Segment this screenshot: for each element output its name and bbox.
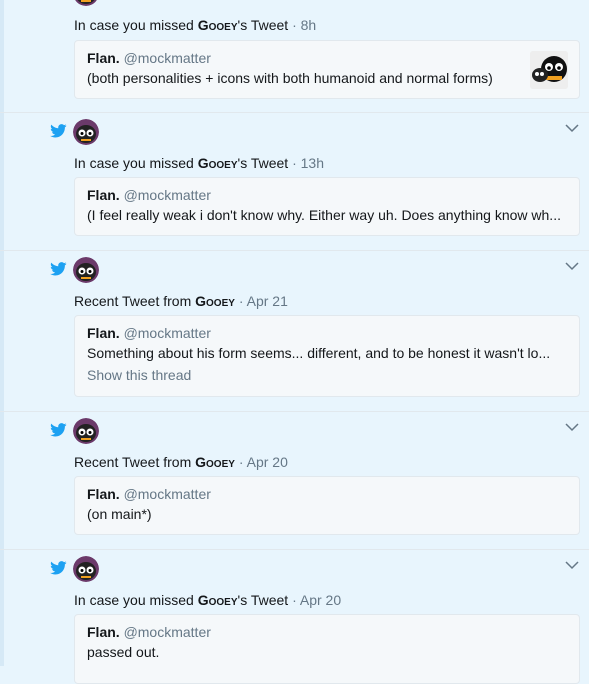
notification-item[interactable]: In case you missed Gooey's Tweet · Apr 2… bbox=[0, 550, 589, 684]
chevron-down-icon[interactable] bbox=[565, 261, 579, 271]
author-name[interactable]: Gooey bbox=[198, 17, 238, 33]
tweet-author-name: Flan. bbox=[87, 187, 120, 203]
twitter-bird-icon bbox=[50, 124, 67, 138]
notification-context: Recent Tweet from Gooey · Apr 21 bbox=[74, 293, 288, 309]
notification-item[interactable]: Recent Tweet from Gooey · Apr 20 Flan. @… bbox=[0, 412, 589, 550]
notification-context: Recent Tweet from Gooey · Apr 20 bbox=[74, 454, 288, 470]
notification-item[interactable]: In case you missed Gooey's Tweet · 8h Fl… bbox=[0, 0, 589, 113]
chevron-down-icon[interactable] bbox=[565, 422, 579, 432]
chevron-down-icon[interactable] bbox=[565, 123, 579, 133]
tweet-author-handle: @mockmatter bbox=[123, 486, 211, 502]
tweet-author-handle: @mockmatter bbox=[123, 50, 211, 66]
timestamp[interactable]: · 8h bbox=[288, 17, 316, 33]
timestamp[interactable]: · Apr 20 bbox=[235, 454, 288, 470]
tweet-author-name: Flan. bbox=[87, 624, 120, 640]
author-name[interactable]: Gooey bbox=[195, 454, 235, 470]
tweet-media-thumbnail[interactable] bbox=[530, 51, 568, 89]
author-name[interactable]: Gooey bbox=[195, 293, 235, 309]
tweet-author-handle: @mockmatter bbox=[123, 187, 211, 203]
tweet-author-name: Flan. bbox=[87, 486, 120, 502]
avatar[interactable] bbox=[73, 556, 99, 582]
tweet-author-name: Flan. bbox=[87, 50, 120, 66]
chevron-down-icon[interactable] bbox=[565, 560, 579, 570]
notification-context: In case you missed Gooey's Tweet · Apr 2… bbox=[74, 592, 342, 608]
tweet-text: passed out. bbox=[87, 644, 160, 660]
tweet-author-name: Flan. bbox=[87, 325, 120, 341]
twitter-bird-icon bbox=[50, 262, 67, 276]
notification-item[interactable]: Recent Tweet from Gooey · Apr 21 Flan. @… bbox=[0, 251, 589, 412]
quoted-tweet-card[interactable]: Flan. @mockmatter Something about his fo… bbox=[74, 315, 580, 397]
avatar[interactable] bbox=[73, 257, 99, 283]
avatar[interactable] bbox=[73, 418, 99, 444]
tweet-text: (I feel really weak i don't know why. Ei… bbox=[87, 207, 561, 223]
avatar[interactable] bbox=[73, 0, 99, 6]
twitter-bird-icon bbox=[50, 423, 67, 437]
quoted-tweet-card[interactable]: Flan. @mockmatter passed out. bbox=[74, 614, 580, 684]
notification-item[interactable]: In case you missed Gooey's Tweet · 13h F… bbox=[0, 113, 589, 251]
timestamp[interactable]: · Apr 20 bbox=[288, 592, 341, 608]
show-thread-link[interactable]: Show this thread bbox=[87, 367, 567, 383]
author-name[interactable]: Gooey bbox=[198, 155, 238, 171]
notification-context: In case you missed Gooey's Tweet · 8h bbox=[74, 17, 317, 33]
tweet-text: (on main*) bbox=[87, 506, 152, 522]
twitter-bird-icon bbox=[50, 561, 67, 575]
quoted-tweet-card[interactable]: Flan. @mockmatter (both personalities + … bbox=[74, 40, 580, 99]
tweet-text: (both personalities + icons with both hu… bbox=[87, 70, 493, 86]
tweet-author-handle: @mockmatter bbox=[123, 325, 211, 341]
timestamp[interactable]: · 13h bbox=[288, 155, 324, 171]
avatar[interactable] bbox=[73, 119, 99, 145]
quoted-tweet-card[interactable]: Flan. @mockmatter (on main*) bbox=[74, 476, 580, 535]
author-name[interactable]: Gooey bbox=[198, 592, 238, 608]
tweet-author-handle: @mockmatter bbox=[123, 624, 211, 640]
notification-context: In case you missed Gooey's Tweet · 13h bbox=[74, 155, 325, 171]
timestamp[interactable]: · Apr 21 bbox=[235, 293, 288, 309]
quoted-tweet-card[interactable]: Flan. @mockmatter (I feel really weak i … bbox=[74, 177, 580, 236]
tweet-text: Something about his form seems... differ… bbox=[87, 345, 551, 361]
